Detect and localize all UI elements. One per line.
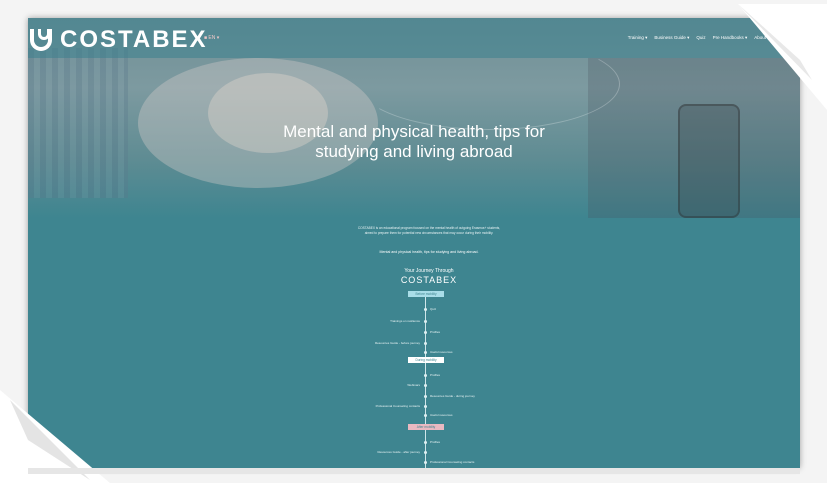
timeline-node: [424, 308, 427, 311]
timeline-item-profiles-during[interactable]: Profiles: [430, 373, 440, 377]
stage-during-mobility[interactable]: During mobility: [408, 357, 444, 363]
web-page: COSTABEX ■ EN ▾ Training ▾ Business Guid…: [28, 18, 800, 468]
timeline-node: [424, 395, 427, 398]
timeline-item-guide-before[interactable]: Resources Guide - before journey: [375, 341, 420, 345]
timeline-node: [424, 384, 427, 387]
timeline-item-counseling-during[interactable]: Professional Counseling contacts: [376, 404, 420, 408]
intro-paragraph: COSTABEX is an educational program focus…: [357, 226, 501, 235]
top-navigation: COSTABEX ■ EN ▾ Training ▾ Business Guid…: [28, 18, 800, 58]
brand-logo[interactable]: COSTABEX: [30, 28, 208, 52]
timeline-item-webinars[interactable]: Webinars: [407, 383, 420, 387]
logo-icon: [30, 29, 52, 51]
timeline-node: [424, 320, 427, 323]
stage-after-mobility[interactable]: After mobility: [408, 424, 444, 430]
timeline-item-quiz[interactable]: Quiz: [430, 307, 436, 311]
timeline-node: [424, 342, 427, 345]
timeline-item-profiles-after[interactable]: Profiles: [430, 440, 440, 444]
menu-item-handbooks[interactable]: Pre Handbooks ▾: [713, 35, 748, 41]
timeline-node: [424, 461, 427, 464]
menu-item-contact[interactable]: Contact: [776, 35, 792, 41]
timeline-item-profiles-before[interactable]: Profiles: [430, 330, 440, 334]
main-menu: Training ▾ Business Guide ▾ Quiz Pre Han…: [628, 35, 792, 41]
hero-title-line-1: Mental and physical health, tips for: [283, 122, 545, 141]
menu-item-quiz[interactable]: Quiz: [696, 35, 705, 41]
menu-item-business-guide[interactable]: Business Guide ▾: [654, 35, 689, 41]
timeline-item-guide-during[interactable]: Resources Guide - during journey: [430, 394, 475, 398]
timeline-node: [424, 374, 427, 377]
chevron-down-icon: ▾: [216, 35, 220, 41]
timeline-node: [424, 414, 427, 417]
timeline-item-counseling-after[interactable]: Professional Counseling contacts: [430, 460, 474, 464]
journey-brand: COSTABEX: [400, 275, 458, 285]
hero-title: Mental and physical health, tips for stu…: [28, 122, 800, 162]
language-label: EN: [208, 35, 216, 41]
page-bottom-shadow: [28, 468, 800, 474]
timeline-node: [424, 441, 427, 444]
menu-item-training[interactable]: Training ▾: [628, 35, 648, 41]
brand-name: COSTABEX: [60, 26, 208, 53]
journey-title: Your Journey Through: [404, 268, 454, 274]
timeline-node: [424, 405, 427, 408]
timeline-item-trainings[interactable]: Trainings on resilience: [390, 319, 420, 323]
intro-tagline: Mental and physical health, tips for stu…: [379, 250, 479, 254]
timeline-node: [424, 331, 427, 334]
timeline-item-useful-resources-before[interactable]: Useful resources: [430, 350, 453, 354]
timeline-node: [424, 351, 427, 354]
screenshot-frame: COSTABEX ■ EN ▾ Training ▾ Business Guid…: [0, 0, 827, 483]
timeline-item-useful-resources-during[interactable]: Useful resources: [430, 413, 453, 417]
timeline-item-guide-after[interactable]: Resources Guide - after journey: [377, 450, 420, 454]
language-switcher[interactable]: ■ EN ▾: [204, 35, 219, 41]
flag-icon: ■: [204, 35, 208, 41]
menu-item-about[interactable]: About ▾: [754, 35, 769, 41]
hero-title-line-2: studying and living abroad: [315, 142, 513, 161]
stage-before-mobility[interactable]: Before mobility: [408, 291, 444, 297]
timeline-node: [424, 451, 427, 454]
